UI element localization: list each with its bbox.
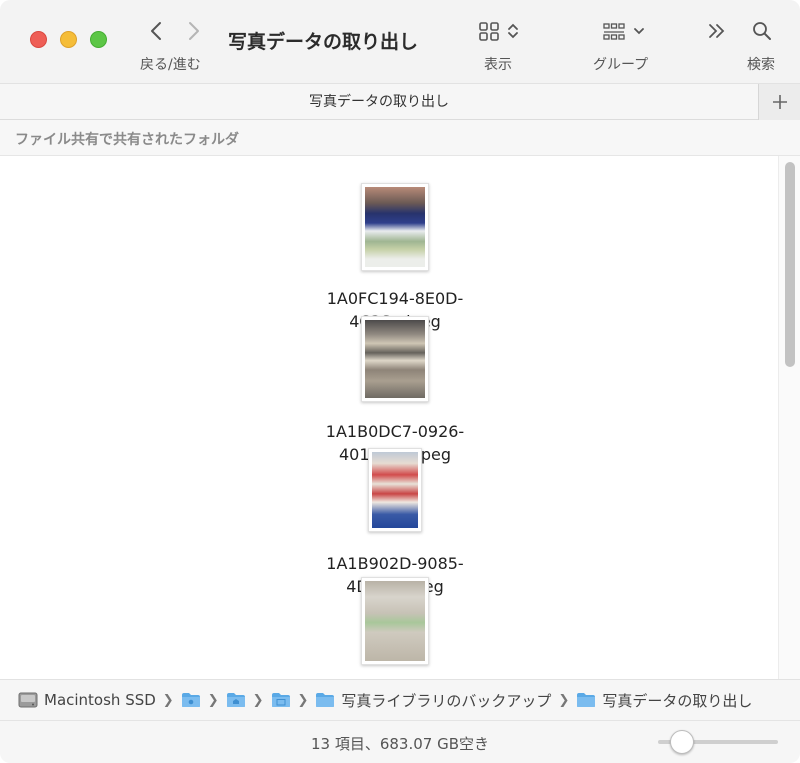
close-window-button[interactable] xyxy=(30,31,47,48)
path-bar: Macintosh SSD ❯ ❯ ❯ ❯ 写真ライブラリのバックアップ ❯ 写… xyxy=(0,679,800,721)
group-label: グループ xyxy=(593,57,649,73)
path-item-current-label: 写真データの取り出し xyxy=(602,691,753,710)
file-thumbnail[interactable] xyxy=(361,316,429,402)
search-label: 検索 xyxy=(747,57,775,73)
forward-button[interactable] xyxy=(183,18,205,44)
view-button[interactable] xyxy=(478,16,520,46)
vertical-scrollbar[interactable] xyxy=(778,156,800,679)
new-tab-button[interactable] xyxy=(758,84,800,120)
section-header: ファイル共有で共有されたフォルダ xyxy=(0,120,800,156)
path-separator-icon: ❯ xyxy=(162,692,174,708)
path-item-pictures-folder[interactable] xyxy=(271,692,291,708)
window-title: 写真データの取り出し xyxy=(228,31,419,53)
chevron-updown-icon xyxy=(508,23,518,39)
double-chevron-right-icon xyxy=(709,24,725,38)
file-item[interactable]: 1A0FC194-8E0D-4C3S...jpeg xyxy=(300,183,490,331)
group-icon xyxy=(603,23,625,40)
chevron-right-icon xyxy=(189,22,199,40)
folder-icon xyxy=(226,693,245,707)
tab-title[interactable]: 写真データの取り出し xyxy=(0,91,758,111)
file-thumbnail[interactable] xyxy=(361,183,429,271)
file-icon-view[interactable]: 1A0FC194-8E0D-4C3S...jpeg 1A1B0DC7-0926-… xyxy=(0,156,800,679)
folder-icon xyxy=(271,693,290,707)
back-button[interactable] xyxy=(145,18,167,44)
file-item[interactable] xyxy=(300,577,490,679)
file-thumbnail[interactable] xyxy=(361,577,429,665)
chevron-down-icon xyxy=(634,28,644,35)
file-item[interactable]: 1A1B902D-9085-4DF5-...jpeg xyxy=(300,448,490,596)
path-separator-icon: ❯ xyxy=(207,692,219,708)
folder-icon xyxy=(316,693,335,707)
hard-drive-icon xyxy=(18,692,38,708)
icon-grid-icon xyxy=(479,22,499,41)
path-item-user-folder[interactable] xyxy=(181,692,201,708)
path-separator-icon: ❯ xyxy=(252,692,264,708)
search-button[interactable] xyxy=(751,16,773,46)
section-header-label: ファイル共有で共有されたフォルダ xyxy=(15,132,239,148)
more-toolbar-button[interactable] xyxy=(706,16,728,46)
path-item-disk[interactable]: Macintosh SSD xyxy=(18,691,156,709)
path-item-current-folder[interactable]: 写真データの取り出し xyxy=(576,690,752,711)
search-icon xyxy=(753,22,771,40)
view-label: 表示 xyxy=(484,57,512,73)
path-item-home-folder[interactable] xyxy=(226,692,246,708)
path-separator-icon: ❯ xyxy=(558,692,570,708)
path-separator-icon: ❯ xyxy=(297,692,309,708)
thumbnail-image xyxy=(365,187,425,267)
plus-icon xyxy=(772,95,787,109)
group-button[interactable] xyxy=(602,16,646,46)
folder-icon xyxy=(577,693,596,707)
back-forward-label: 戻る/進む xyxy=(140,57,201,73)
icon-size-slider-knob[interactable] xyxy=(670,730,694,754)
path-item-backup-label: 写真ライブラリのバックアップ xyxy=(341,691,552,710)
tab-bar: 写真データの取り出し xyxy=(0,84,800,120)
finder-window: 戻る/進む 写真データの取り出し 表示 グループ 検索 写真データの取り出し フ… xyxy=(0,0,800,763)
file-thumbnail[interactable] xyxy=(368,448,422,532)
folder-icon xyxy=(181,693,200,707)
toolbar: 戻る/進む 写真データの取り出し 表示 グループ 検索 xyxy=(0,0,800,84)
chevron-left-icon xyxy=(151,22,161,40)
path-item-disk-label: Macintosh SSD xyxy=(44,691,156,709)
scrollbar-thumb[interactable] xyxy=(785,162,795,367)
thumbnail-image xyxy=(372,452,418,528)
thumbnail-image xyxy=(365,581,425,661)
thumbnail-image xyxy=(365,320,425,398)
minimize-window-button[interactable] xyxy=(60,31,77,48)
zoom-window-button[interactable] xyxy=(90,31,107,48)
file-item[interactable]: 1A1B0DC7-0926-401E-...A.jpeg xyxy=(300,316,490,464)
path-item-backup-folder[interactable]: 写真ライブラリのバックアップ xyxy=(315,690,551,711)
